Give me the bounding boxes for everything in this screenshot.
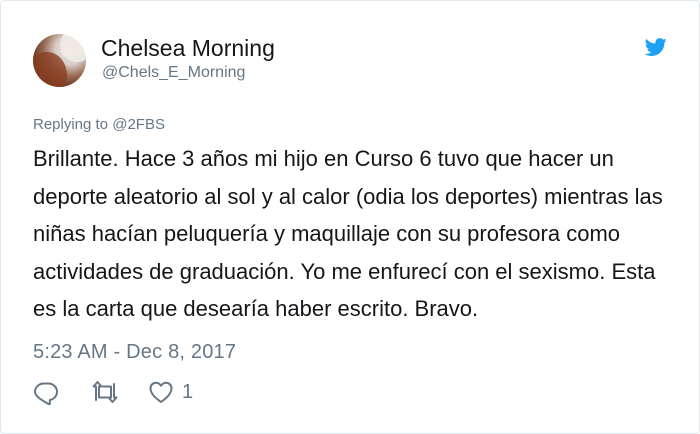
avatar-hair — [33, 52, 67, 87]
author-handle[interactable]: @Chels_E_Morning — [102, 64, 245, 82]
like-count: 1 — [182, 380, 194, 403]
tweet-timestamp[interactable]: 5:23 AM - Dec 8, 2017 — [33, 341, 236, 364]
tweet-text: Brillante. Hace 3 años mi hijo en Curso … — [33, 146, 663, 321]
retweet-icon — [92, 381, 118, 403]
retweet-button[interactable] — [90, 377, 120, 407]
avatar-highlight — [60, 34, 86, 62]
twitter-bird-icon[interactable] — [643, 36, 669, 58]
heart-icon — [149, 381, 173, 403]
replying-to-label[interactable]: Replying to @2FBS — [33, 116, 165, 133]
tweet-card: Chelsea Morning @Chels_E_Morning Replyin… — [0, 0, 700, 434]
avatar[interactable] — [33, 34, 86, 87]
reply-icon — [34, 382, 58, 405]
tweet-actions: 1 — [33, 377, 333, 407]
like-button[interactable]: 1 — [148, 377, 193, 407]
author-display-name[interactable]: Chelsea Morning — [101, 35, 275, 62]
reply-button[interactable] — [33, 377, 59, 407]
